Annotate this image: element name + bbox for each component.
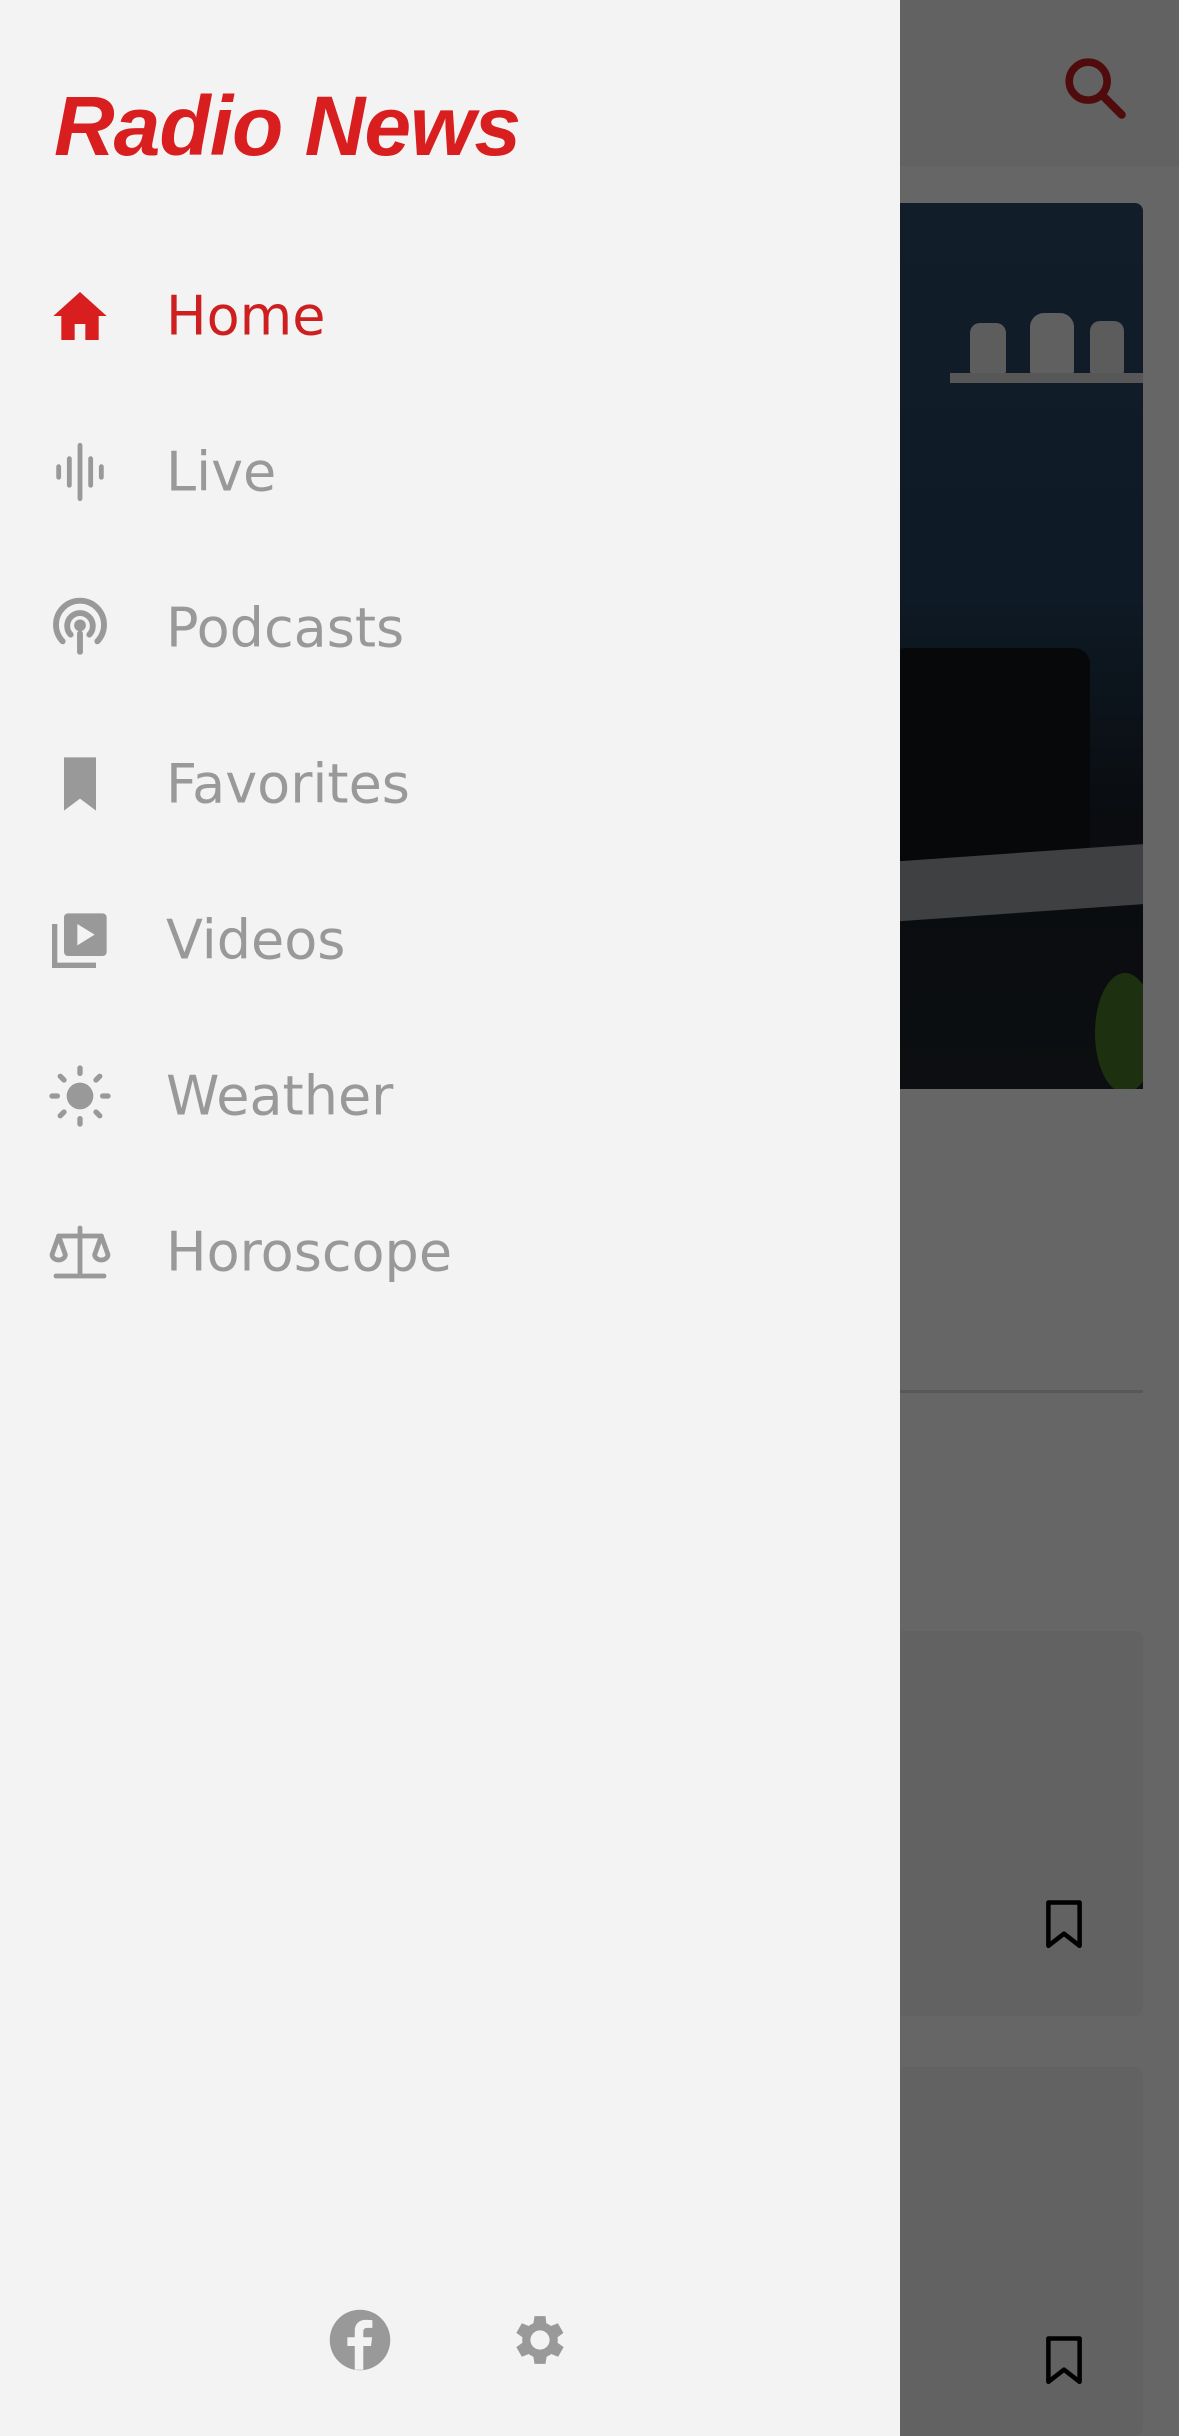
drawer-menu: Home Live Podcasts Favorites Videos Weat…: [0, 238, 900, 1330]
nav-item-label: Horoscope: [166, 1220, 453, 1284]
bookmark-icon: [44, 748, 116, 820]
video-library-icon: [44, 904, 116, 976]
nav-item-label: Videos: [166, 908, 346, 972]
nav-item-weather[interactable]: Weather: [0, 1018, 900, 1174]
nav-item-home[interactable]: Home: [0, 238, 900, 394]
drawer-footer: [0, 2276, 900, 2436]
soundwave-icon: [44, 436, 116, 508]
nav-item-live[interactable]: Live: [0, 394, 900, 550]
home-icon: [44, 280, 116, 352]
nav-item-podcasts[interactable]: Podcasts: [0, 550, 900, 706]
podcast-icon: [44, 592, 116, 664]
navigation-drawer: Radio News Home Live Podcasts Favorites …: [0, 0, 900, 2436]
nav-item-label: Podcasts: [166, 596, 405, 660]
scales-icon: [44, 1216, 116, 1288]
nav-item-label: Live: [166, 440, 277, 504]
sun-icon: [44, 1060, 116, 1132]
nav-item-label: Home: [166, 284, 326, 348]
facebook-icon[interactable]: [324, 2304, 396, 2376]
app-logo: Radio News: [54, 79, 521, 173]
nav-item-label: Favorites: [166, 752, 410, 816]
gear-icon[interactable]: [504, 2304, 576, 2376]
nav-item-label: Weather: [166, 1064, 394, 1128]
nav-item-videos[interactable]: Videos: [0, 862, 900, 1018]
nav-item-favorites[interactable]: Favorites: [0, 706, 900, 862]
nav-item-horoscope[interactable]: Horoscope: [0, 1174, 900, 1330]
